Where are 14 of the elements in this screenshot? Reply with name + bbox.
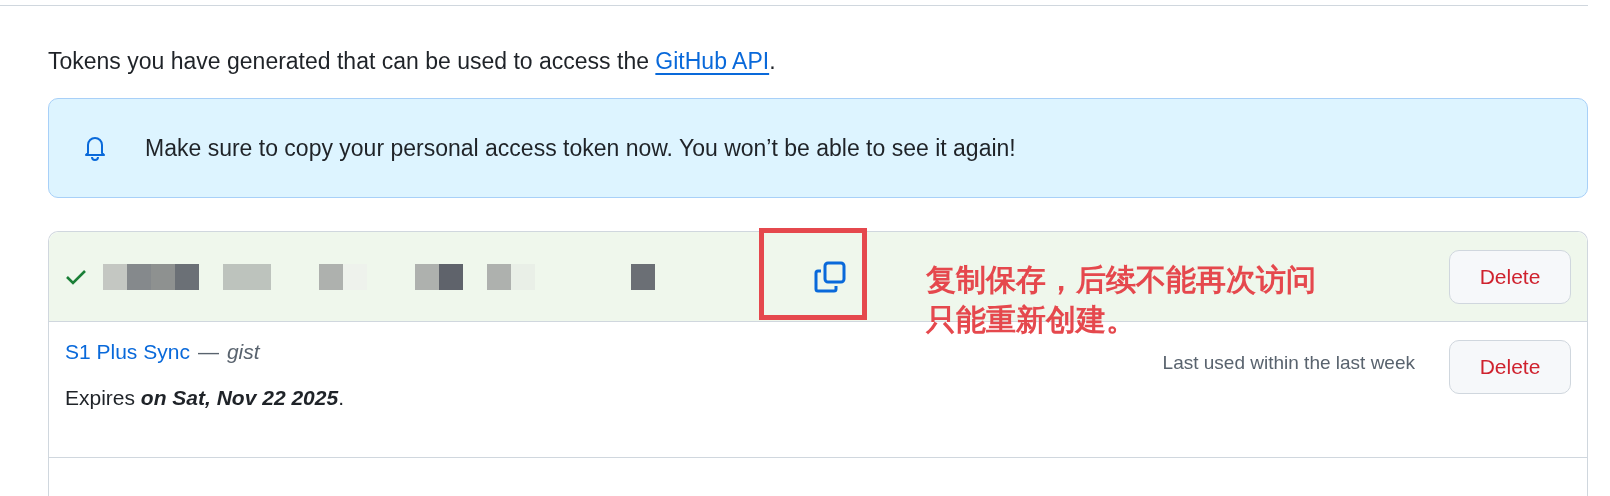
token-name-link[interactable]: S1 Plus Sync [65,340,190,364]
bell-icon [83,135,107,161]
check-icon [65,267,87,286]
delete-button[interactable]: Delete [1449,249,1571,304]
expiry-text: Expires on Sat, Nov 22 2025. [65,386,344,410]
annotation-text: 复制保存，后续不能再次访问 只能重新创建。 [926,261,1316,339]
token-scope: gist [226,340,260,364]
github-api-link[interactable]: GitHub API [655,48,770,74]
intro-text: Tokens you have generated that can be used to access the GitHub API. [48,47,777,76]
delete-button[interactable]: Delete [1449,340,1571,394]
copy-icon[interactable] [813,259,847,294]
alert-text: Make sure to copy your personal access token now. You won’t be able to see it again! [145,134,1016,162]
last-used-text: Last used within the last week [1162,352,1415,374]
separator: — [197,340,219,364]
